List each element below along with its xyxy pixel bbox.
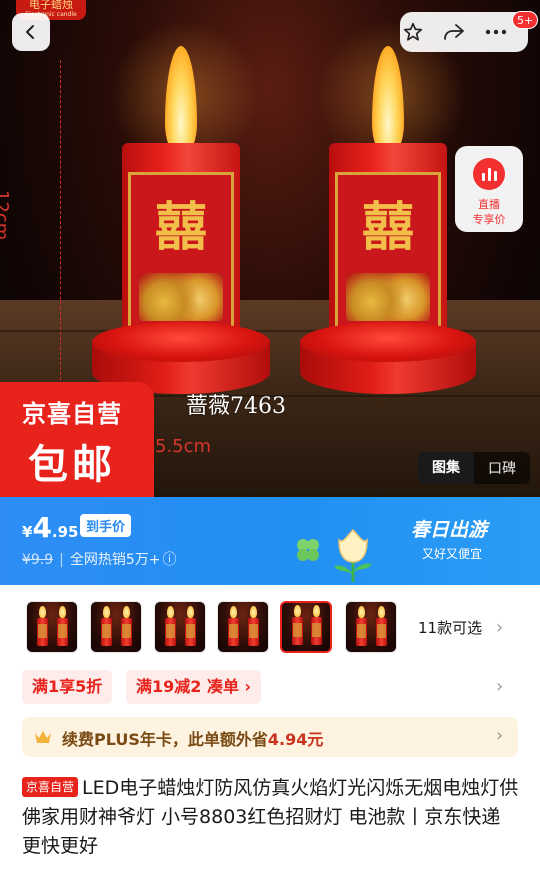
info-icon[interactable]: ⓘ xyxy=(163,552,177,568)
plus-membership-bar[interactable]: 续费PLUS年卡，此单额外省4.94元 › xyxy=(22,717,518,757)
tulip-icon xyxy=(334,528,372,582)
chevron-right-icon[interactable]: › xyxy=(496,617,503,638)
candle-left-label: 囍 xyxy=(128,172,234,332)
original-price: ¥9.9 xyxy=(22,552,54,568)
live-card-title: 直播 xyxy=(478,198,500,211)
variant-thumb-selected[interactable] xyxy=(280,601,332,653)
back-button[interactable] xyxy=(12,13,50,51)
variant-thumb[interactable] xyxy=(90,601,142,653)
crown-icon xyxy=(35,731,51,743)
sales-count: 全网热销5万+ xyxy=(69,552,161,568)
notification-badge: 5+ xyxy=(512,11,539,29)
candle-left-base-top xyxy=(92,322,270,362)
chevron-right-icon[interactable]: › xyxy=(496,725,503,746)
variant-thumb[interactable] xyxy=(345,601,397,653)
promo-subtitle: 又好又便宜 xyxy=(422,547,483,561)
tab-reviews[interactable]: 口碑 xyxy=(474,458,530,478)
variant-thumbnails: 11款可选 › xyxy=(0,597,540,659)
width-measure-label: 5.5cm xyxy=(155,436,212,457)
coupon-full-reduction[interactable]: 满19减2 凑单 › xyxy=(126,670,262,704)
height-measure-label: 12cm xyxy=(0,190,12,241)
hand-price-label: 到手价 xyxy=(80,514,132,537)
chevron-left-icon xyxy=(26,25,34,39)
live-card-subtitle: 专享价 xyxy=(472,213,506,226)
promo-title[interactable]: 春日出游 xyxy=(411,515,487,542)
coupon-row: 满1享5折 满19减2 凑单 › › xyxy=(0,668,540,708)
variant-thumb[interactable] xyxy=(217,601,269,653)
watermark-text: 蔷薇7463 xyxy=(186,394,286,419)
favorite-button[interactable] xyxy=(395,13,431,51)
tab-gallery[interactable]: 图集 xyxy=(418,452,474,484)
variant-thumb[interactable] xyxy=(154,601,206,653)
current-price: ¥4.95 xyxy=(22,511,79,544)
coupon-discount[interactable]: 满1享5折 xyxy=(22,670,113,704)
height-measure-line xyxy=(60,60,62,380)
live-price-card[interactable]: 直播 专享价 xyxy=(455,146,523,232)
more-button[interactable] xyxy=(478,13,514,51)
more-dots-icon xyxy=(485,29,507,35)
candle-right-base-top xyxy=(300,322,476,362)
gallery-tabs: 图集 口碑 xyxy=(418,452,530,484)
share-button[interactable] xyxy=(436,13,472,51)
variant-count[interactable]: 11款可选 xyxy=(418,617,482,638)
product-title: 京喜自营 LED电子蜡烛灯防风仿真火焰灯光闪烁无烟电烛灯供佛家用财神爷灯 小号88… xyxy=(22,774,522,861)
variant-thumb[interactable] xyxy=(26,601,78,653)
plus-text: 续费PLUS年卡，此单额外省4.94元 xyxy=(62,730,324,749)
price-subline: ¥9.9 | 全网热销5万+ ⓘ xyxy=(22,552,177,568)
chevron-right-icon[interactable]: › xyxy=(496,676,503,697)
live-stream-icon xyxy=(473,158,505,190)
candle-right-label: 囍 xyxy=(335,172,441,332)
clover-icon xyxy=(297,539,319,561)
product-title-text: LED电子蜡烛灯防风仿真火焰灯光闪烁无烟电烛灯供佛家用财神爷灯 小号8803红色… xyxy=(22,777,519,857)
share-icon xyxy=(444,24,464,40)
store-tag: 京喜自营 xyxy=(22,777,79,797)
product-image-gallery[interactable]: 电子蜡烛 Electronic candle 12cm 囍 囍 5.5cm 蔷薇… xyxy=(0,0,540,497)
price-band: ¥4.95 到手价 ¥9.9 | 全网热销5万+ ⓘ 春日出游 又好又便宜 xyxy=(0,497,540,585)
free-shipping-badge: 京喜自营 包邮 xyxy=(0,382,154,497)
star-icon xyxy=(403,22,423,41)
